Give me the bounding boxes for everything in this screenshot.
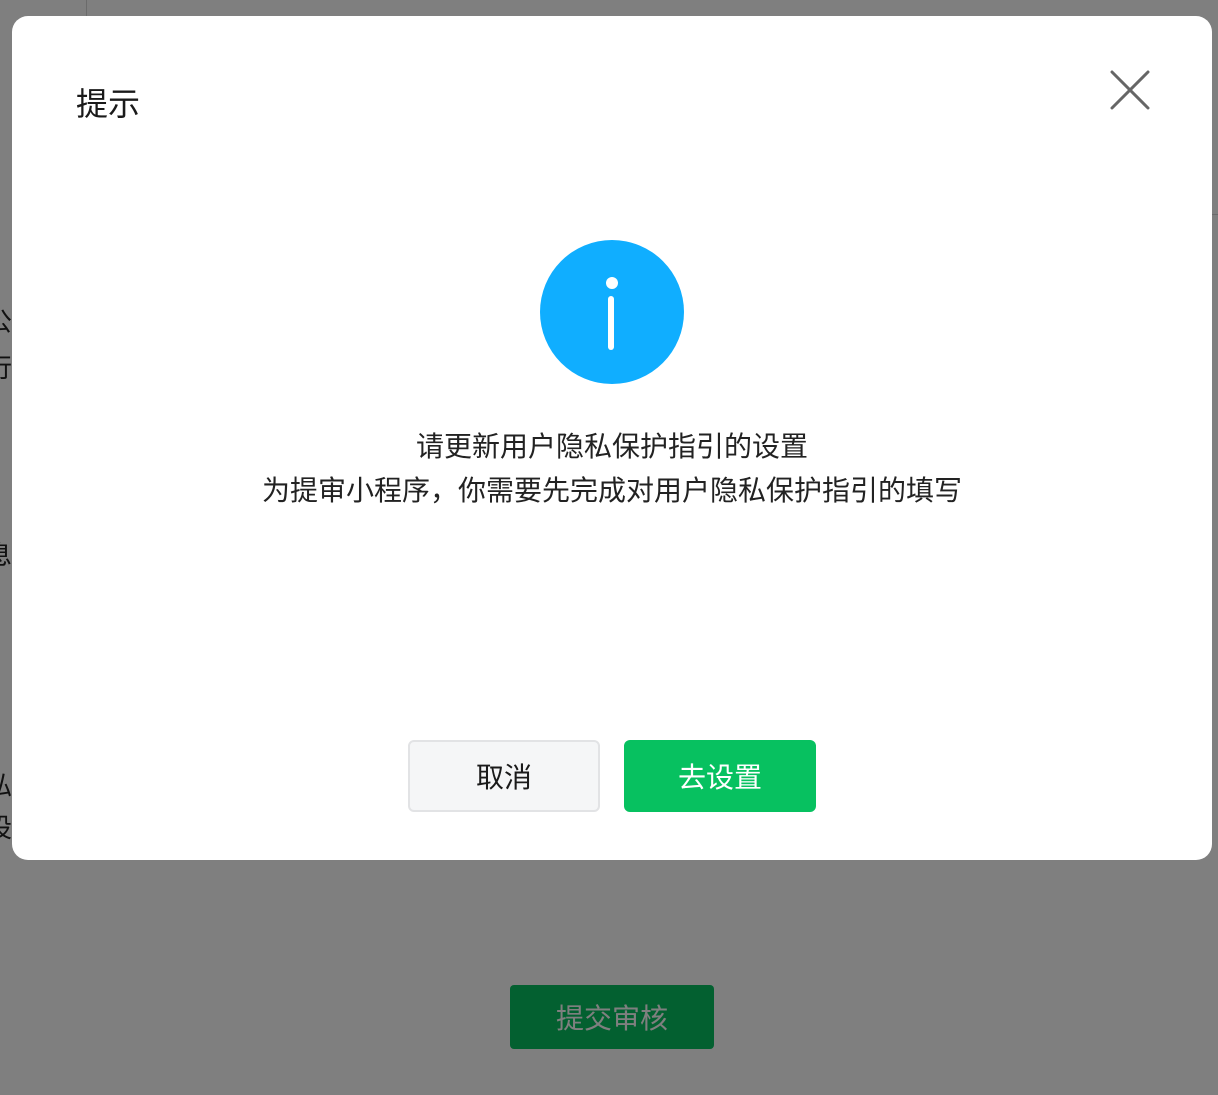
dialog-title: 提示 (76, 85, 141, 123)
prompt-dialog: 提示 请更新用户隐私保护指引的设置 为提审小程序，你需要先完成对用户隐私保护指引… (12, 16, 1212, 860)
dialog-message-body: 为提审小程序，你需要先完成对用户隐私保护指引的填写 (261, 474, 962, 507)
close-icon[interactable] (1106, 66, 1154, 114)
go-settings-button[interactable]: 去设置 (624, 740, 816, 812)
cancel-button[interactable]: 取消 (408, 740, 600, 812)
info-icon (540, 240, 684, 384)
dialog-message-title: 请更新用户隐私保护指引的设置 (415, 430, 808, 463)
